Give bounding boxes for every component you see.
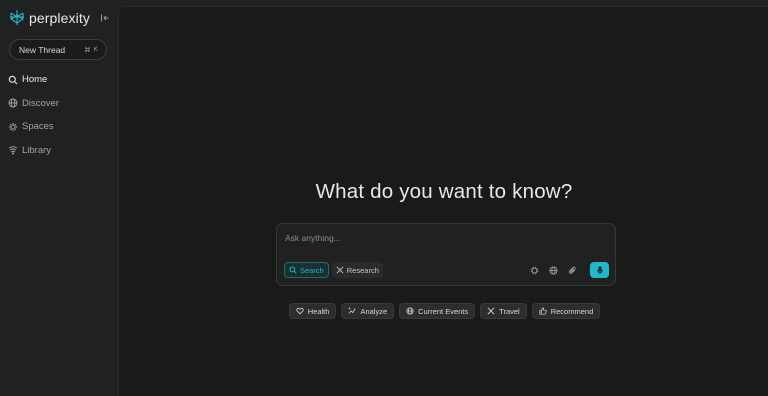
library-icon [8,146,18,155]
travel-icon [487,307,495,315]
mode-toggle: Search Research [284,262,383,278]
shortcut-key-cmd: ⌘ [84,46,91,54]
voice-button[interactable] [590,262,609,278]
model-icon [530,266,539,274]
logo[interactable]: perplexity [9,9,90,26]
suggestion-label: Health [307,306,330,316]
microphone-icon [596,265,603,274]
suggestion-analyze[interactable]: Analyze [341,303,395,319]
spaces-icon [8,122,18,131]
search-icon [8,75,18,85]
new-thread-button[interactable]: New Thread ⌘ K [9,39,107,60]
keyboard-shortcut: ⌘ K [84,46,98,54]
research-icon [336,266,344,274]
sidebar-item-label: Spaces [22,121,54,133]
suggestion-health[interactable]: Health [288,303,337,319]
sidebar-nav: Home Discover Spaces Library [0,68,118,162]
sources-button[interactable] [549,265,558,275]
analyze-icon [348,307,356,314]
suggestion-chips: Health Analyze Current Events Travel Rec… [119,303,768,319]
sidebar-item-home[interactable]: Home [0,68,118,92]
suggestion-recommend[interactable]: Recommend [531,303,601,319]
page-title: What do you want to know? [315,180,573,203]
suggestion-label: Recommend [550,306,594,316]
search-mode-button[interactable]: Search [284,262,329,278]
model-select-button[interactable] [530,266,539,275]
research-mode-label: Research [346,265,379,275]
sidebar-item-label: Discover [22,97,59,109]
attach-button[interactable] [568,266,577,275]
sidebar-item-label: Home [22,74,48,86]
sidebar-item-label: Library [22,144,52,156]
sidebar-collapse-icon[interactable] [100,13,110,23]
suggestion-current-events[interactable]: Current Events [399,303,476,319]
sidebar-item-spaces[interactable]: Spaces [0,115,118,139]
suggestion-travel[interactable]: Travel [480,303,527,319]
paperclip-icon [568,266,576,274]
sidebar: perplexity New Thread ⌘ K Home Discover … [0,0,118,396]
thumbs-up-icon [539,307,547,315]
logo-text: perplexity [29,9,90,26]
shortcut-key-k: K [93,45,98,53]
globe-icon [8,98,18,108]
perplexity-logo-icon [10,10,24,25]
suggestion-label: Current Events [418,306,469,316]
search-input[interactable] [285,233,605,243]
search-icon [289,266,297,274]
suggestion-label: Travel [499,306,520,316]
heart-icon [296,307,304,315]
search-tools [530,262,609,278]
search-mode-label: Search [300,265,324,275]
main-panel: What do you want to know? Search Researc… [118,6,768,396]
globe-icon [406,307,414,315]
research-mode-button[interactable]: Research [331,262,383,278]
new-thread-label: New Thread [19,44,66,55]
suggestion-label: Analyze [360,306,388,316]
sidebar-item-discover[interactable]: Discover [0,92,118,116]
globe-icon [549,265,558,275]
search-box: Search Research [276,223,616,286]
sidebar-item-library[interactable]: Library [0,139,118,163]
